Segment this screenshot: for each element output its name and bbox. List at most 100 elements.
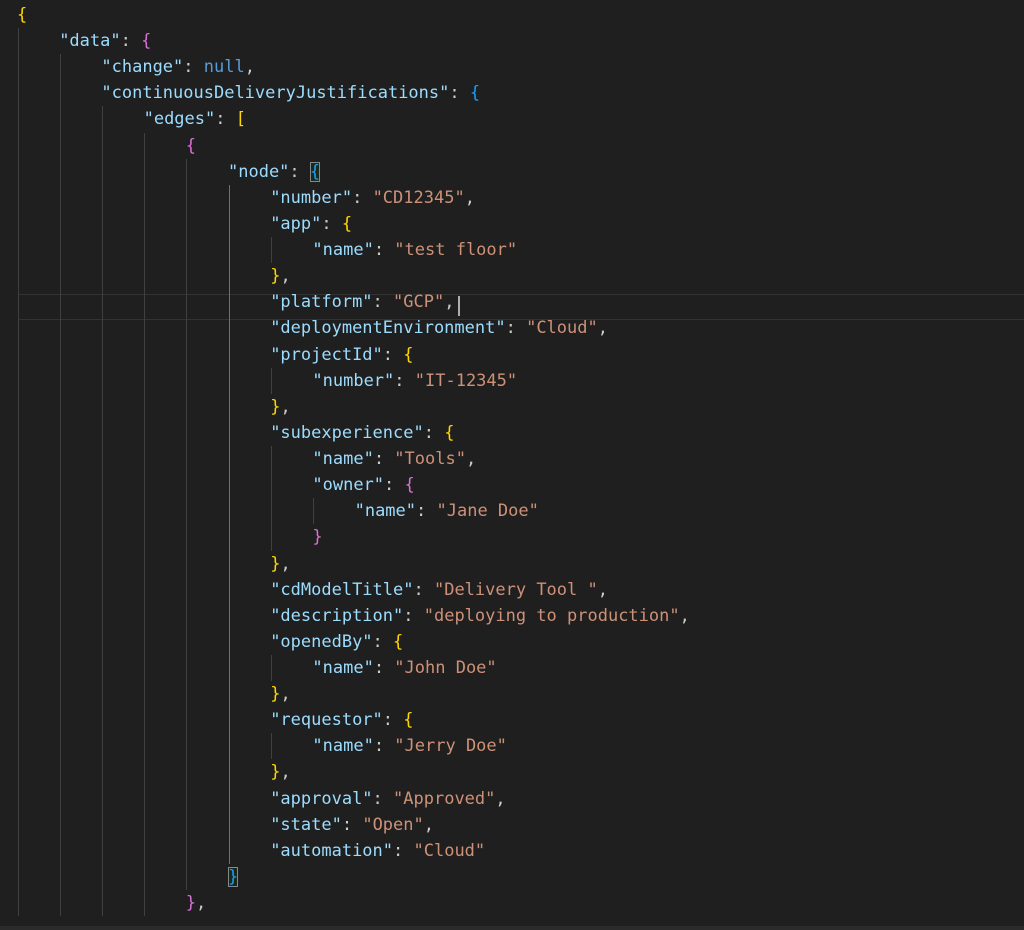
code-token: "Tools" [394, 449, 466, 470]
code-line[interactable]: }, [186, 890, 207, 916]
code-token: : [382, 710, 404, 731]
code-token: "app" [270, 213, 322, 234]
code-line[interactable]: "owner": { [312, 472, 414, 498]
horizontal-scrollbar[interactable] [0, 926, 1024, 930]
code-token: "deploymentEnvironment" [270, 318, 506, 339]
indent-guide [102, 106, 103, 917]
code-line[interactable]: "openedBy": { [270, 629, 403, 655]
code-token: "Approved" [393, 788, 496, 809]
code-token: "platform" [270, 292, 373, 313]
code-token: { [141, 31, 152, 52]
code-line[interactable]: "name": "Jane Doe" [355, 498, 539, 524]
code-token: "CD12345" [372, 187, 465, 208]
code-token: , [465, 449, 477, 470]
code-token: : [505, 318, 527, 339]
code-token: , [280, 553, 291, 574]
code-line[interactable]: "automation": "Cloud" [270, 838, 485, 864]
code-token: { [185, 135, 197, 156]
indent-guide [18, 28, 19, 917]
code-token: "Open" [362, 814, 424, 835]
code-line[interactable]: { [186, 133, 196, 159]
code-token: "GCP" [393, 292, 445, 313]
code-line[interactable]: "name": "John Doe" [312, 655, 496, 681]
indent-guide [271, 367, 272, 394]
code-token: { [403, 344, 414, 365]
code-token: : [372, 788, 394, 809]
code-line[interactable]: "platform": "GCP", [270, 289, 454, 315]
code-token: { [469, 83, 481, 104]
code-token: "number" [312, 370, 395, 391]
code-line[interactable]: "cdModelTitle": "Delivery Tool ", [270, 577, 608, 603]
code-token: "edges" [143, 109, 216, 130]
code-token: "number" [270, 187, 353, 208]
code-line[interactable]: "name": "Tools", [312, 446, 476, 472]
code-line[interactable]: "name": "test floor" [312, 237, 517, 263]
code-token: : [393, 840, 414, 861]
code-line[interactable]: "number": "CD12345", [270, 185, 475, 211]
indent-guide [271, 655, 272, 682]
code-token: : [423, 422, 445, 443]
code-token: , [444, 292, 455, 313]
code-line[interactable]: "continuousDeliveryJustifications": { [101, 80, 480, 106]
code-token: } [270, 266, 281, 287]
code-token: "Delivery Tool " [433, 579, 598, 600]
code-line[interactable]: "edges": [ [144, 106, 246, 132]
code-line[interactable]: "approval": "Approved", [270, 786, 505, 812]
indent-guide [271, 733, 272, 760]
code-token: { [403, 710, 414, 731]
code-token: "test floor" [394, 240, 518, 261]
code-token: "Jerry Doe" [394, 736, 507, 757]
code-line[interactable]: }, [270, 759, 291, 785]
code-token: : [215, 109, 236, 130]
code-line[interactable]: "number": "IT-12345" [312, 368, 517, 394]
code-token: : [352, 187, 373, 208]
code-line[interactable]: }, [270, 394, 291, 420]
code-line[interactable]: } [228, 864, 239, 890]
code-line[interactable]: "requestor": { [270, 707, 413, 733]
code-line[interactable]: "app": { [270, 211, 352, 237]
indent-guide [271, 237, 272, 264]
code-token: : [289, 161, 310, 182]
code-token: [ [235, 109, 246, 130]
code-token: , [280, 396, 291, 417]
code-line[interactable]: "data": { [59, 28, 151, 54]
code-token: } [312, 527, 323, 548]
code-line[interactable]: "change": null, [101, 54, 255, 80]
code-token: : [416, 501, 437, 522]
code-editor[interactable]: ———————————————————————— {"data": {"chan… [0, 0, 1024, 930]
code-token: : [413, 579, 434, 600]
code-token: "change" [101, 57, 184, 78]
code-line[interactable]: "state": "Open", [270, 812, 434, 838]
code-token: } [270, 553, 281, 574]
code-token: } [270, 684, 281, 705]
code-line[interactable]: } [312, 524, 322, 550]
code-token: "continuousDeliveryJustifications" [101, 83, 450, 104]
code-token: "openedBy" [270, 631, 373, 652]
code-line[interactable]: "projectId": { [270, 342, 413, 368]
code-token: , [244, 57, 255, 78]
code-token: : [382, 344, 404, 365]
code-token: : [372, 292, 394, 313]
code-line[interactable]: }, [270, 681, 291, 707]
code-line[interactable]: }, [270, 551, 291, 577]
code-token: : [384, 475, 405, 496]
indent-guide [313, 498, 314, 525]
code-token: { [17, 5, 28, 25]
code-line[interactable]: "deploymentEnvironment": "Cloud", [270, 315, 608, 341]
code-token: : [449, 83, 470, 104]
code-token: : [341, 814, 363, 835]
code-token: : [321, 213, 342, 234]
code-token: "cdModelTitle" [270, 579, 414, 600]
code-line[interactable]: }, [270, 263, 291, 289]
code-token: "automation" [270, 840, 394, 861]
code-line[interactable]: { [17, 2, 27, 28]
code-line[interactable]: "name": "Jerry Doe" [312, 733, 507, 759]
code-line[interactable]: "subexperience": { [270, 420, 454, 446]
code-token: , [597, 579, 608, 600]
code-token: : [373, 658, 395, 678]
code-line[interactable]: "description": "deploying to production"… [270, 603, 690, 629]
code-token: : [372, 631, 394, 652]
code-line[interactable]: "node": { [228, 159, 321, 185]
code-token: : [394, 370, 415, 391]
code-token: : [120, 31, 142, 52]
